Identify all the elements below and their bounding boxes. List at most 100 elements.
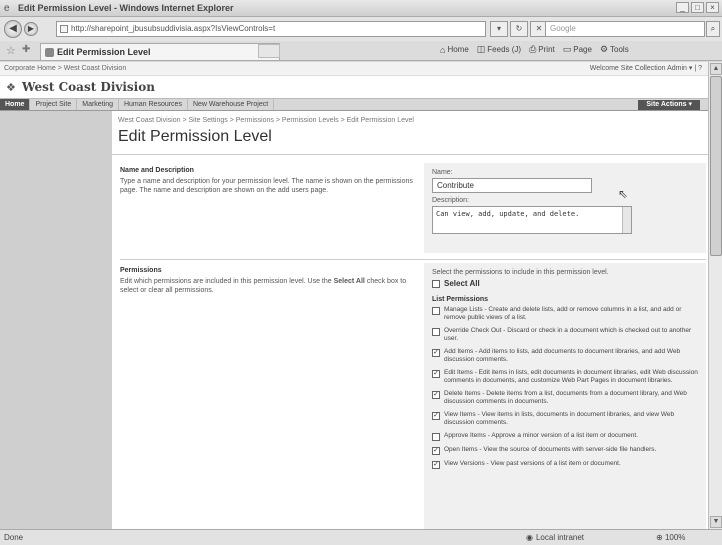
permissions-desc-bold: Select All [333,278,365,285]
checkbox-checked-icon[interactable]: ✓ [432,412,440,420]
zoom-label: 100% [664,533,686,542]
select-all-checkbox[interactable]: Select All [432,279,698,288]
back-button[interactable]: ◀ [4,20,22,38]
forward-button[interactable]: ▶ [24,22,38,36]
address-input[interactable]: http://sharepoint_jbusubsuddivisia.aspx?… [56,21,486,37]
home-icon: ⌂ [440,44,446,55]
permission-item[interactable]: ✓ Delete Items - Delete items from a list… [432,390,698,406]
print-button[interactable]: ⎙ Print [529,44,555,55]
nav-new-warehouse-project[interactable]: New Warehouse Project [188,99,275,110]
site-actions-button[interactable]: Site Actions ▾ [638,100,700,110]
permission-item[interactable]: Override Check Out - Discard or check in… [432,327,698,343]
scroll-up-icon[interactable]: ▲ [710,63,722,75]
checkbox-unchecked-icon[interactable] [432,433,440,441]
permissions-section-description: Edit which permissions are included in t… [120,277,418,295]
checkbox-checked-icon[interactable]: ✓ [432,370,440,378]
permission-item[interactable]: ✓ Edit Items - Edit items in lists, edit … [432,369,698,385]
page-title-area: West Coast Division > Site Settings > Pe… [112,111,708,155]
scroll-down-icon[interactable]: ▼ [710,516,722,528]
checkbox-checked-icon[interactable]: ✓ [432,461,440,469]
top-nav: Home Project Site Marketing Human Resour… [0,98,708,111]
name-section-heading: Name and Description [120,167,194,174]
breadcrumb[interactable]: West Coast Division > Site Settings > Pe… [118,117,414,124]
permission-label: Open Items - View the source of document… [444,446,657,453]
permissions-section-heading: Permissions [120,267,162,274]
permission-label: Override Check Out - Discard or check in… [444,327,692,342]
checkbox-checked-icon[interactable]: ✓ [432,349,440,357]
tab-edit-permission-level[interactable]: Edit Permission Level [40,43,280,60]
name-section-description: Type a name and description for your per… [120,178,413,194]
permission-list: Manage Lists - Create and delete lists, … [432,306,698,469]
ie-icon: e [4,2,10,14]
permission-item[interactable]: Manage Lists - Create and delete lists, … [432,306,698,322]
list-permissions-heading: List Permissions [432,296,489,303]
checkbox-unchecked-icon[interactable] [432,307,440,315]
checkbox-checked-icon[interactable]: ✓ [432,391,440,399]
permission-item[interactable]: ✓ View Items - View items in lists, docum… [432,411,698,427]
global-breadcrumb[interactable]: Corporate Home > West Coast Division [4,65,126,72]
form-area: Name and Description Type a name and des… [112,155,708,529]
favorites-star-icon[interactable]: ☆ [6,44,16,57]
window-title: Edit Permission Level - Windows Internet… [18,3,234,13]
page-menu[interactable]: ▭ Page [563,44,592,55]
zone-label: Local intranet [535,533,585,542]
permission-item[interactable]: ✓ View Versions - View past versions of a… [432,460,698,469]
permission-label: Approve Items - Approve a minor version … [444,432,639,439]
zoom-level[interactable]: ⊕ 100% [656,530,685,545]
search-input[interactable]: Google [545,21,705,37]
welcome-menu[interactable]: Welcome Site Collection Admin ▾ | ? [590,62,702,76]
page-scrollbar[interactable]: ▲ ▼ [708,62,722,529]
dropdown-icon[interactable]: ▾ [490,21,508,37]
page-label: Page [573,45,592,54]
select-all-box[interactable] [432,279,440,288]
add-favorites-icon[interactable]: ✚ [22,44,30,55]
site-title[interactable]: West Coast Division [22,80,155,94]
maximize-button[interactable]: □ [691,2,704,13]
description-value: Can view, add, update, and delete. [436,210,580,218]
nav-home[interactable]: Home [0,99,31,110]
tab-label: Edit Permission Level [57,47,151,57]
left-navigation-panel [0,111,112,529]
name-label: Name: [432,169,453,176]
permission-item[interactable]: ✓ Open Items - View the source of documen… [432,446,698,455]
permission-label: View Versions - View past versions of a … [444,460,621,467]
permissions-intro: Select the permissions to include in thi… [432,269,609,276]
scroll-thumb[interactable] [710,76,722,256]
status-bar: Done ◉ Local intranet ⊕ 100% [0,529,722,545]
permissions-desc-prefix: Edit which permissions are included in t… [120,278,334,285]
permission-item[interactable]: Approve Items - Approve a minor version … [432,432,698,441]
tools-label: Tools [610,45,629,54]
description-field[interactable]: Can view, add, update, and delete. [432,206,632,234]
nav-marketing[interactable]: Marketing [77,99,119,110]
refresh-icon[interactable]: ↻ [510,21,528,37]
nav-human-resources[interactable]: Human Resources [119,99,188,110]
feeds-button[interactable]: ◫ Feeds (J) [477,44,521,55]
name-field[interactable]: Contribute [432,178,592,193]
permission-label: Manage Lists - Create and delete lists, … [444,306,682,321]
description-scrollbar[interactable] [622,207,631,233]
search-icon[interactable]: ⌕ [706,21,720,37]
name-section-fields: Name: Contribute Description: Can view, … [424,163,706,253]
permissions-section-info: Permissions Edit which permissions are i… [120,267,418,295]
home-label: Home [447,45,469,54]
help-icon[interactable]: ? [698,65,702,72]
address-url: http://sharepoint_jbusubsuddivisia.aspx?… [71,24,276,33]
permission-item[interactable]: ✓ Add Items - Add items to lists, add doc… [432,348,698,364]
window-controls: _ □ × [676,2,719,13]
page-icon [60,25,68,33]
close-button[interactable]: × [706,2,719,13]
nav-project-site[interactable]: Project Site [30,99,78,110]
home-button[interactable]: ⌂ Home [440,44,469,55]
window-titlebar: e Edit Permission Level - Windows Intern… [0,0,722,17]
checkbox-checked-icon[interactable]: ✓ [432,447,440,455]
name-section-info: Name and Description Type a name and des… [120,167,418,195]
new-tab-button[interactable] [258,44,280,58]
minimize-button[interactable]: _ [676,2,689,13]
site-header: ❖ West Coast Division [0,76,708,98]
checkbox-unchecked-icon[interactable] [432,328,440,336]
permissions-fields: Select the permissions to include in thi… [424,263,706,529]
tools-menu[interactable]: ⚙ Tools [600,44,629,55]
mouse-cursor-icon: ⇖ [618,187,629,201]
feeds-icon: ◫ [476,44,486,54]
address-toolbar: ◀ ▶ http://sharepoint_jbusubsuddivisia.a… [0,17,722,41]
